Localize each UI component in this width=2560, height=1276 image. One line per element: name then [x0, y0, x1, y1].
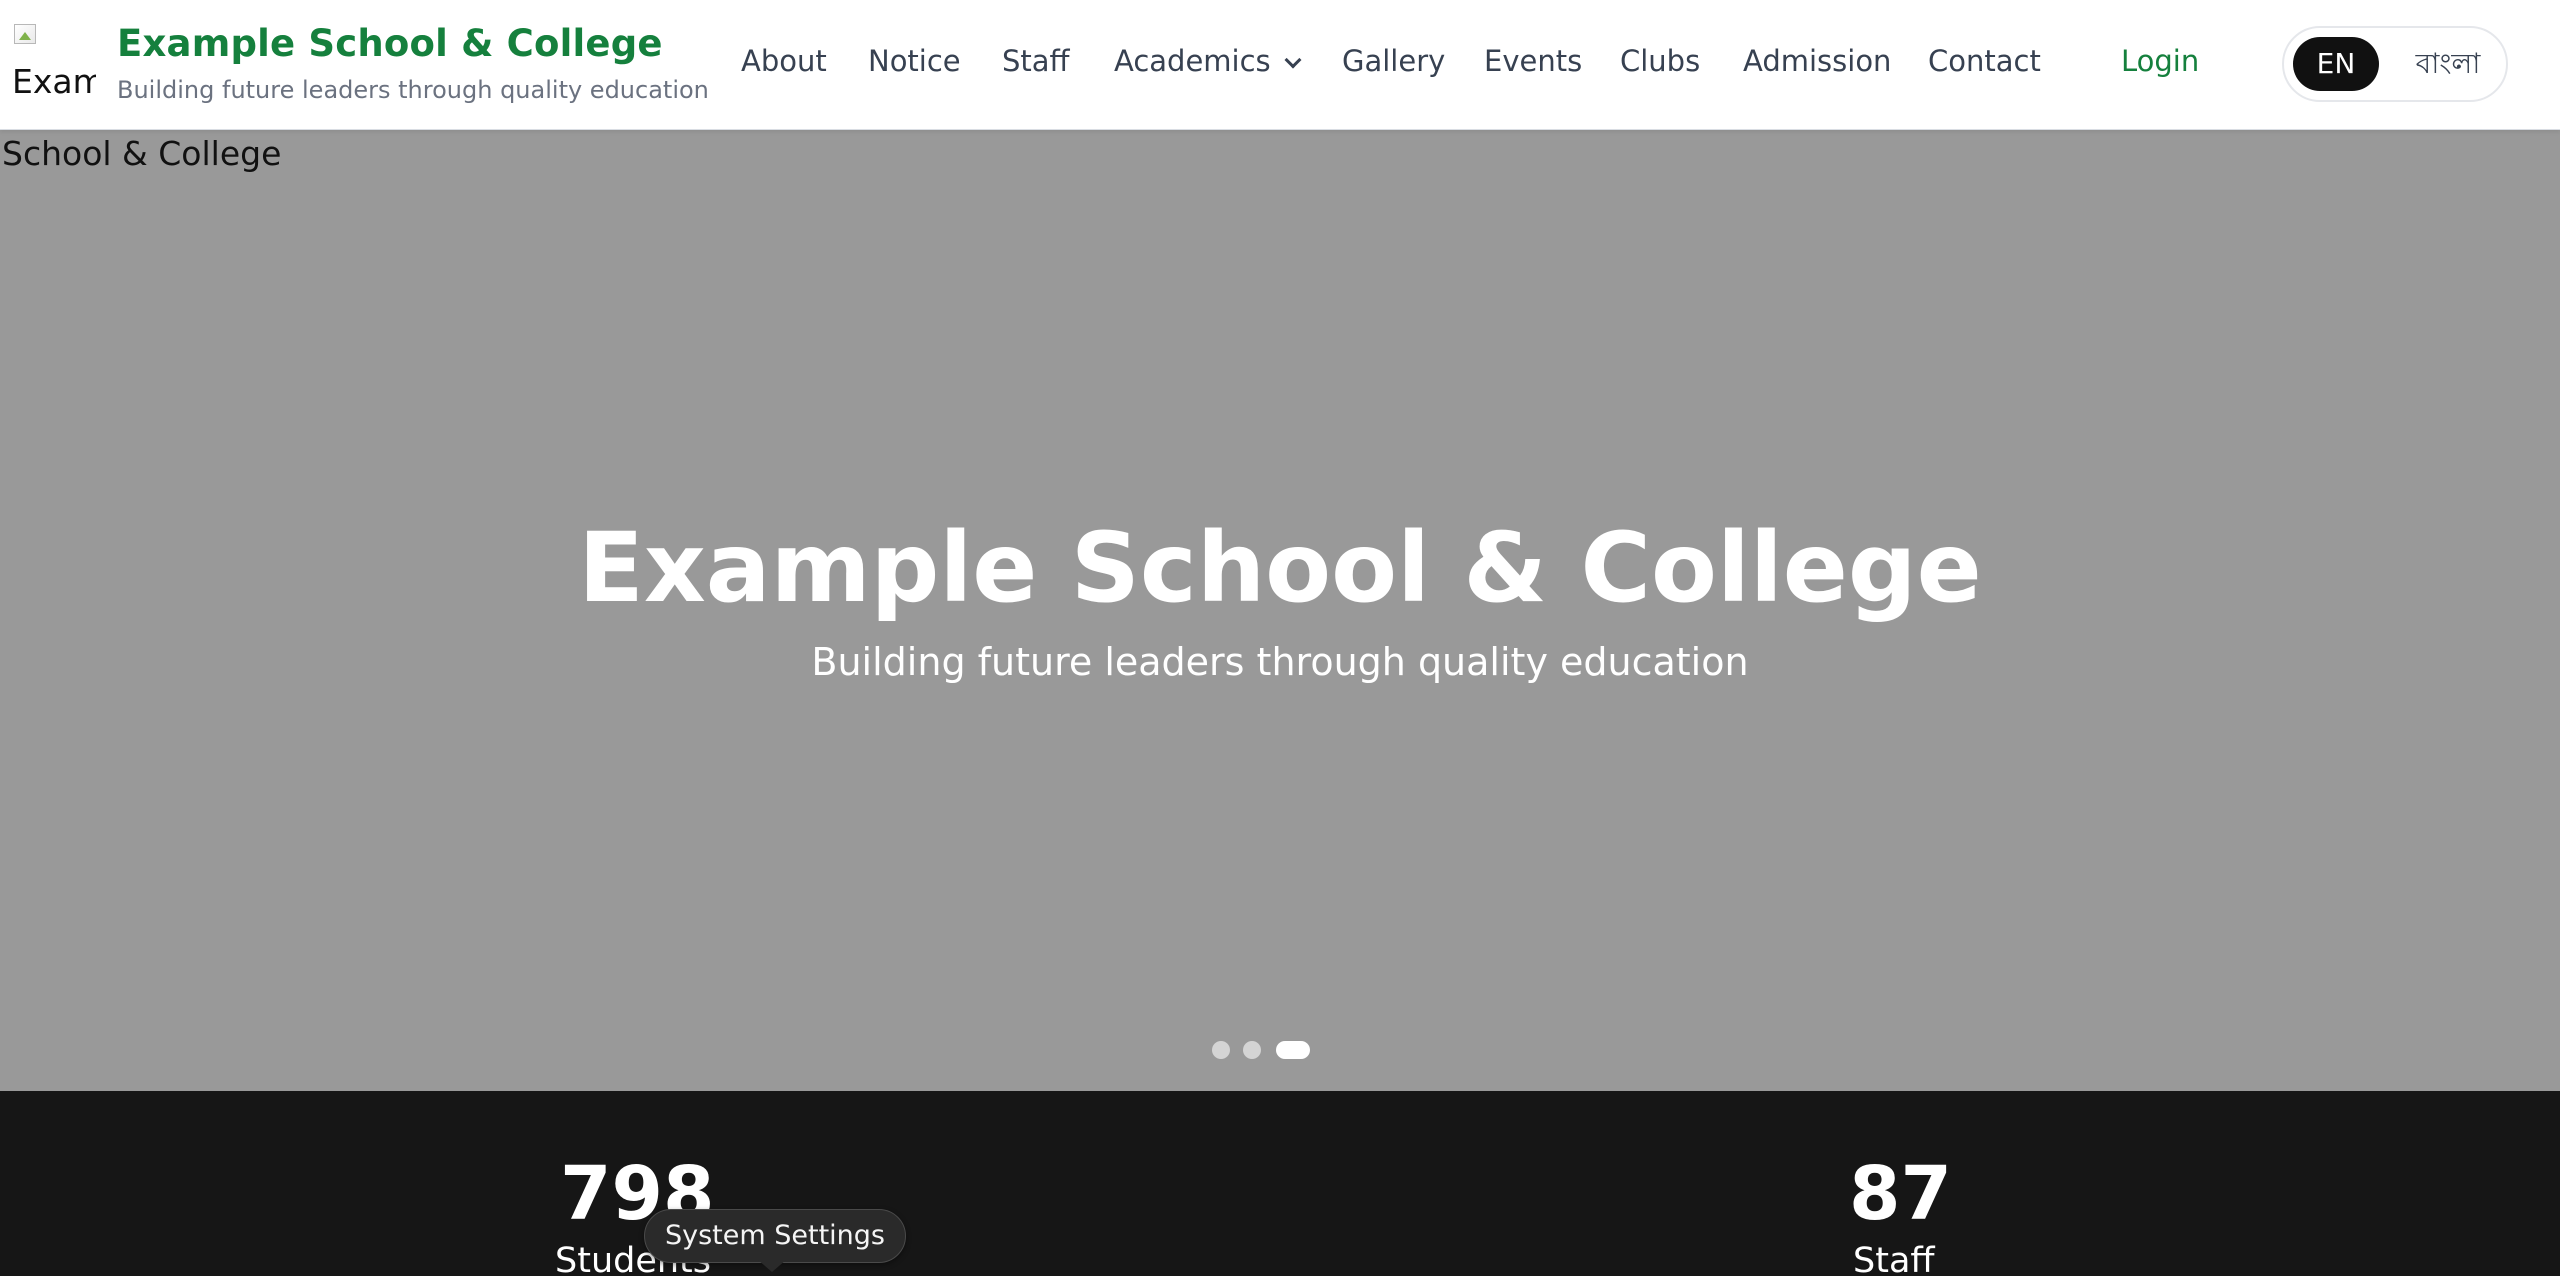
hero-image-alt-text: School & College: [2, 134, 282, 173]
logo-alt-text: Exam: [12, 62, 96, 101]
language-toggle: EN বাংলা: [2282, 26, 2508, 102]
nav-staff[interactable]: Staff: [1002, 44, 1070, 78]
hero-title: Example School & College: [578, 512, 1982, 624]
school-logo[interactable]: Exam: [12, 24, 96, 102]
nav-notice[interactable]: Notice: [868, 44, 961, 78]
hero-subtitle: Building future leaders through quality …: [811, 640, 1749, 684]
nav-admission[interactable]: Admission: [1743, 44, 1891, 78]
nav-academics[interactable]: Academics: [1114, 44, 1302, 78]
login-link[interactable]: Login: [2121, 44, 2199, 78]
nav-events[interactable]: Events: [1484, 44, 1582, 78]
slide-dot-2[interactable]: [1243, 1041, 1261, 1059]
nav-gallery[interactable]: Gallery: [1342, 44, 1445, 78]
tooltip-arrow: [758, 1260, 786, 1272]
lang-bn-button[interactable]: বাংলা: [2402, 37, 2494, 91]
hero-slider: School & College Example School & Colleg…: [0, 130, 2560, 1091]
site-header: Exam Example School & College Building f…: [0, 0, 2560, 130]
stats-section: 798 Students 87 Staff: [0, 1091, 2560, 1276]
system-settings-tooltip: System Settings: [644, 1209, 906, 1263]
nav-contact[interactable]: Contact: [1928, 44, 2041, 78]
nav-about[interactable]: About: [741, 44, 827, 78]
broken-image-icon: [14, 24, 36, 44]
nav-academics-label: Academics: [1114, 44, 1271, 78]
brand-subtitle: Building future leaders through quality …: [117, 76, 709, 104]
nav-clubs[interactable]: Clubs: [1620, 44, 1700, 78]
stat-staff-value: 87: [1849, 1151, 1952, 1237]
chevron-down-icon: [1284, 51, 1302, 69]
stat-staff-label: Staff: [1853, 1241, 1935, 1276]
brand-title[interactable]: Example School & College: [117, 22, 663, 65]
slide-dot-3-active[interactable]: [1276, 1041, 1310, 1059]
slide-dot-1[interactable]: [1212, 1041, 1230, 1059]
lang-en-button[interactable]: EN: [2293, 37, 2379, 91]
